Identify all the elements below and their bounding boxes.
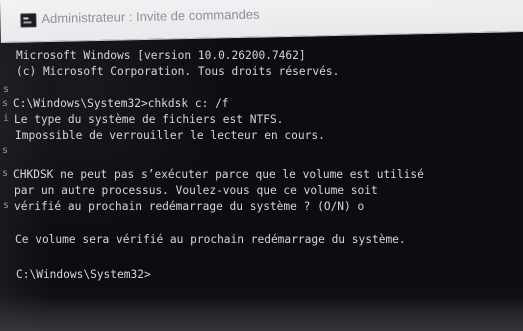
left-margin-mark: i xyxy=(3,113,10,124)
console-prompt-line[interactable]: C:\Windows\System32> xyxy=(16,267,151,283)
left-margin-mark: s xyxy=(2,168,9,179)
left-margin-mark: s xyxy=(2,145,9,156)
left-margin-mark: s xyxy=(3,200,10,211)
screen-bottom-edge xyxy=(0,297,523,331)
left-margin-mark: s xyxy=(2,98,9,109)
console-line-1: Microsoft Windows [version 10.0.26200.74… xyxy=(16,49,306,62)
command-prompt-window: Administrateur : Invite de commandes Mic… xyxy=(0,0,523,331)
left-margin-mark: s xyxy=(3,84,10,95)
console-line-5: Impossible de verrouiller le lecteur en … xyxy=(15,129,325,142)
console-line-8: vérifié au prochain redémarrage du systè… xyxy=(14,200,365,213)
console-line-7: par un autre processus. Voulez-vous que … xyxy=(14,184,378,197)
console-line-2: (c) Microsoft Corporation. Tous droits r… xyxy=(16,65,340,78)
console-line-9: Ce volume sera vérifié au prochain redém… xyxy=(15,233,406,246)
console-line-4: Le type du système de fichiers est NTFS. xyxy=(14,113,284,126)
console-line-6: CHKDSK ne peut pas s’exécuter parce que … xyxy=(13,168,424,181)
console-line-3: C:\Windows\System32>chkdsk c: /f xyxy=(13,97,229,110)
console-output[interactable]: Microsoft Windows [version 10.0.26200.74… xyxy=(0,0,523,331)
